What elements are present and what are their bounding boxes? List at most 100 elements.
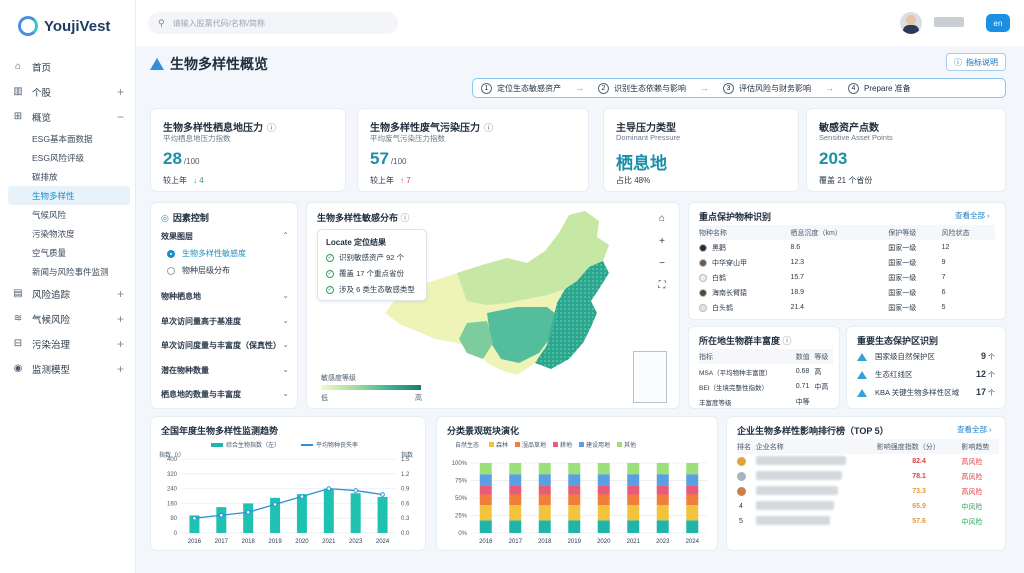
filter-row-2[interactable]: 单次访问度量与丰富度（保真性） ⌄ <box>161 340 289 351</box>
sidebar-subitem-3[interactable]: 生物多样性 <box>8 186 130 205</box>
sidebar-item-items2-2[interactable]: ⊟ 污染治理 + <box>8 331 130 356</box>
table-row[interactable]: 4 65.9 中风险 <box>737 499 999 514</box>
sidebar-subitem-7[interactable]: 新闻与风险事件监测 <box>8 262 130 281</box>
language-toggle[interactable]: en <box>986 14 1010 32</box>
table-header: 栖息沉度（km） <box>790 225 889 240</box>
sidebar-subitem-5[interactable]: 污染物浓度 <box>8 224 130 243</box>
expand-icon[interactable]: + <box>117 362 124 376</box>
table-row[interactable]: 78.1 高风险 <box>737 469 999 484</box>
table-header: 物种名称 <box>699 225 791 240</box>
stack-segment <box>479 463 492 475</box>
step-3[interactable]: 3 评估风险与财务影响 <box>723 82 811 94</box>
x-tick-label: 2021 <box>322 539 336 545</box>
expand-icon[interactable]: + <box>117 312 124 326</box>
info-icon[interactable]: ⓘ <box>484 123 493 133</box>
home-icon[interactable]: ⌂ <box>655 213 669 224</box>
layer-group-header[interactable]: 效果图层 ⌃ <box>161 231 289 242</box>
y-tick-label: 240 <box>167 487 178 493</box>
chevron-down-icon: ⌄ <box>282 389 289 398</box>
species-view-all-link[interactable]: 查看全部 › <box>955 210 990 221</box>
filter-row-4[interactable]: 栖息地的数量与丰富度 ⌄ <box>161 389 289 400</box>
fullscreen-icon[interactable]: ⛶ <box>655 280 669 291</box>
expand-icon[interactable]: + <box>117 85 124 99</box>
filter-row-1[interactable]: 单次访问量高于基准度 ⌄ <box>161 316 289 327</box>
expand-icon[interactable]: + <box>117 287 124 301</box>
table-row[interactable]: 82.4 高风险 <box>737 454 999 469</box>
x-tick-label: 2019 <box>568 539 582 545</box>
table-row[interactable]: 5 57.6 中风险 <box>737 514 999 529</box>
sidebar-item-items2-1[interactable]: ≋ 气候风险 + <box>8 306 130 331</box>
check-circle-icon: ✓ <box>326 285 334 294</box>
step-1[interactable]: 1 定位生态敏感资产 <box>481 82 561 94</box>
page-title: 生物多样性概览 <box>150 54 268 74</box>
step-2[interactable]: 2 识别生态依赖与影响 <box>598 82 686 94</box>
sidebar-item-items2-3[interactable]: ◉ 监测模型 + <box>8 356 130 381</box>
protected-area-row[interactable]: 生态红线区 12 个 <box>857 369 995 380</box>
arrow-right-icon: → <box>700 83 709 93</box>
sidebar-item-items-1[interactable]: ▥ 个股 + <box>8 79 130 104</box>
table-row[interactable]: 中华穿山甲 12.3 国家一级 9 <box>699 255 995 270</box>
table-row[interactable]: 白鹤 15.7 国家一级 7 <box>699 270 995 285</box>
stack-segment <box>597 494 610 505</box>
protected-area-row[interactable]: KBA 关键生物多样性区域 17 个 <box>857 387 995 398</box>
sidebar-subitem-1[interactable]: ESG风险评级 <box>8 148 130 167</box>
line-point-2016 <box>192 515 197 521</box>
filter-row-3[interactable]: 潜在物种数量 ⌄ <box>161 365 289 376</box>
ranking-view-all-link[interactable]: 查看全部 › <box>957 424 992 435</box>
stack-segment <box>479 485 492 495</box>
legend-label: 森林 <box>496 441 508 449</box>
risk-track-icon: ▤ <box>13 288 23 299</box>
sidebar-item-items2-0[interactable]: ▤ 风险追踪 + <box>8 281 130 306</box>
bar-2024 <box>377 496 388 533</box>
table-row[interactable]: 黑鹳 8.6 国家一级 12 <box>699 240 995 255</box>
sidebar-subitem-2[interactable]: 碳排放 <box>8 167 130 186</box>
table-row[interactable]: 海南长臂猿 18.9 国家一级 6 <box>699 285 995 300</box>
protected-area-row[interactable]: 国家级自然保护区 9 个 <box>857 351 995 362</box>
stack-segment <box>568 494 581 505</box>
y-tick-label: 50% <box>455 496 468 502</box>
protected-areas-title: 重要生态保护区识别 <box>857 336 939 346</box>
kpi-card-1: 生物多样性废气污染压力 ⓘ 平均废气污染压力指数 57/100 较上年 ↑ 7 <box>357 108 589 192</box>
company-name-redacted <box>755 456 846 465</box>
sidebar-subitem-6[interactable]: 空气质量 <box>8 243 130 262</box>
stack-segment <box>627 494 640 505</box>
info-icon[interactable]: ⓘ <box>267 123 276 133</box>
stack-segment <box>538 505 551 521</box>
app-root: YoujiVest ⌂ 首页 ▥ 个股 + ⊞ 概览 − ESG基本面数据 ESG风险评级 碳排放生… <box>0 0 1024 573</box>
radio-sensitivity[interactable]: 生物多样性敏感度 <box>167 248 246 259</box>
avatar[interactable] <box>900 12 922 34</box>
sidebar-subitem-4[interactable]: 气候风险 <box>8 205 130 224</box>
map-legend: 敏感度等级 低 高 <box>321 375 422 402</box>
biodiversity-icon <box>150 58 164 70</box>
collapse-icon[interactable]: − <box>117 110 124 124</box>
table-row[interactable]: 73.3 高风险 <box>737 484 999 499</box>
kpi-card-3: 敏感资产点数 Sensitive Asset Points 203 覆盖 21 个省份 <box>806 108 1006 192</box>
zoom-out-button[interactable]: − <box>655 258 669 269</box>
stack-segment <box>686 485 699 495</box>
medal-icon <box>737 457 746 466</box>
table-header: 保护等级 <box>888 225 942 240</box>
richness-panel: 所在地生物群丰富度 ⓘ 指标 数值 等级 MSA（平均物种丰富度） 0.68 高 BEI（… <box>688 326 840 409</box>
search-input[interactable]: ⚲ 请输入股票代码/名称/简称 <box>148 12 398 34</box>
search-placeholder: 请输入股票代码/名称/简称 <box>172 18 266 28</box>
stack-segment <box>568 463 581 475</box>
table-row[interactable]: 白头鹤 21.4 国家一级 5 <box>699 300 995 315</box>
sidebar-subitem-0[interactable]: ESG基本面数据 <box>8 129 130 148</box>
x-tick-label: 2021 <box>627 539 641 545</box>
help-button[interactable]: ⓘ 指标说明 <box>946 53 1006 71</box>
sidebar-item-items-0[interactable]: ⌂ 首页 <box>8 54 130 79</box>
zoom-in-button[interactable]: + <box>655 236 669 247</box>
expand-icon[interactable]: + <box>117 337 124 351</box>
sidebar-nav: ⌂ 首页 ▥ 个股 + ⊞ 概览 − ESG基本面数据 ESG风险评级 碳排放 生物多样性 气候风险 污染… <box>8 54 130 381</box>
stack-segment <box>568 474 581 486</box>
table-header: 等级 <box>814 349 833 364</box>
radio-species-level[interactable]: 物种层级分布 <box>167 265 230 276</box>
stack-segment <box>538 463 551 475</box>
chevron-down-icon: ⌄ <box>282 340 289 349</box>
step-4[interactable]: 4 Prepare 准备 <box>848 82 911 94</box>
filter-row-0[interactable]: 物种栖息地 ⌄ <box>161 291 289 302</box>
species-thumbnail <box>699 288 707 297</box>
search-icon: ⚲ <box>158 17 165 28</box>
sidebar-item-items-2[interactable]: ⊞ 概览 − <box>8 104 130 129</box>
app-logo[interactable]: YoujiVest <box>18 16 110 36</box>
